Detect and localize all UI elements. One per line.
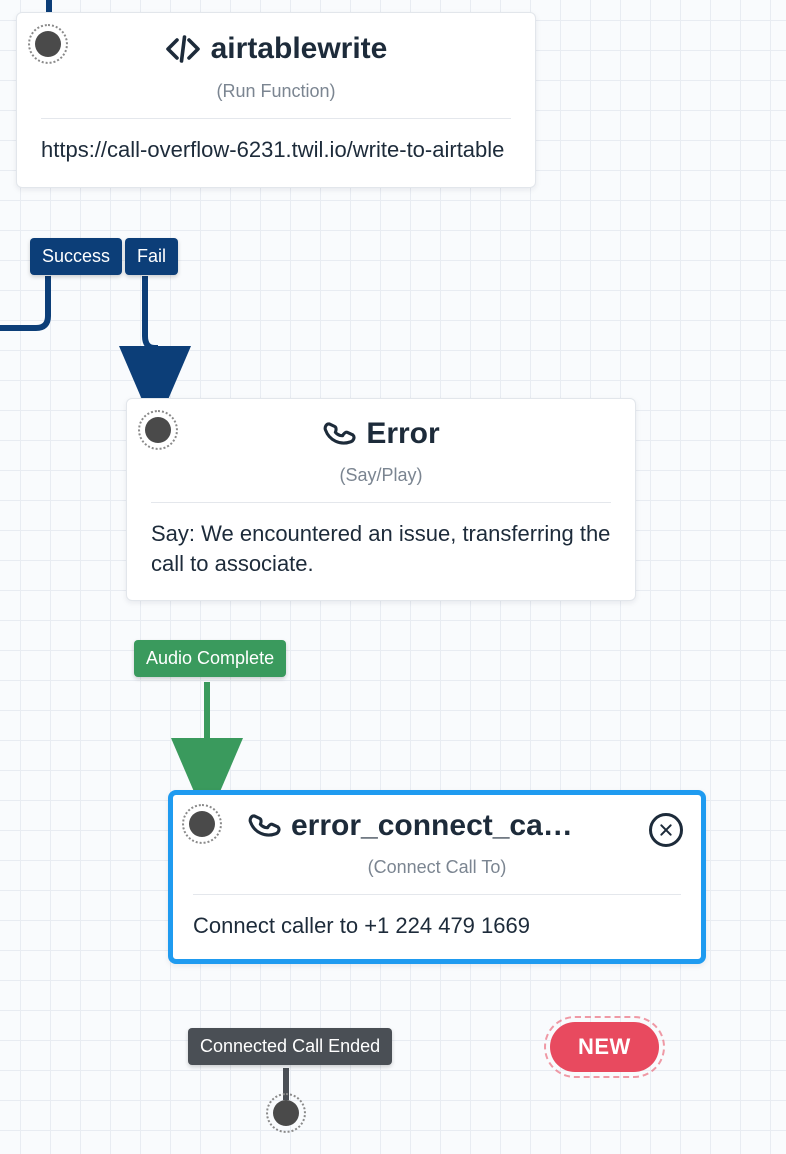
node-error-connect[interactable]: error_connect_ca… (Connect Call To) Conn… xyxy=(168,790,706,964)
transition-connected-call-ended[interactable]: Connected Call Ended xyxy=(188,1028,392,1065)
node-anchor[interactable] xyxy=(145,417,171,443)
node-type-label: (Connect Call To) xyxy=(193,857,681,878)
node-error[interactable]: Error (Say/Play) Say: We encountered an … xyxy=(126,398,636,601)
divider xyxy=(193,894,681,895)
node-anchor[interactable] xyxy=(35,31,61,57)
flow-canvas[interactable]: airtablewrite (Run Function) https://cal… xyxy=(0,0,786,1154)
node-body: https://call-overflow-6231.twil.io/write… xyxy=(41,135,511,165)
node-airtablewrite[interactable]: airtablewrite (Run Function) https://cal… xyxy=(16,12,536,188)
transition-success[interactable]: Success xyxy=(30,238,122,275)
phone-icon xyxy=(322,417,356,451)
divider xyxy=(41,118,511,119)
node-anchor[interactable] xyxy=(189,811,215,837)
unconnected-anchor[interactable] xyxy=(273,1100,299,1126)
node-title: error_connect_ca… xyxy=(291,809,573,843)
node-type-label: (Say/Play) xyxy=(151,465,611,486)
close-icon[interactable] xyxy=(649,813,683,847)
transition-fail[interactable]: Fail xyxy=(125,238,178,275)
node-title: Error xyxy=(366,417,439,451)
node-type-label: (Run Function) xyxy=(41,81,511,102)
transition-audio-complete[interactable]: Audio Complete xyxy=(134,640,286,677)
node-body: Say: We encountered an issue, transferri… xyxy=(151,519,611,578)
divider xyxy=(151,502,611,503)
node-body: Connect caller to +1 224 479 1669 xyxy=(193,911,681,941)
node-title: airtablewrite xyxy=(211,32,388,66)
phone-icon xyxy=(247,809,281,843)
code-icon xyxy=(165,31,201,67)
new-transition-button[interactable]: NEW xyxy=(550,1022,659,1072)
